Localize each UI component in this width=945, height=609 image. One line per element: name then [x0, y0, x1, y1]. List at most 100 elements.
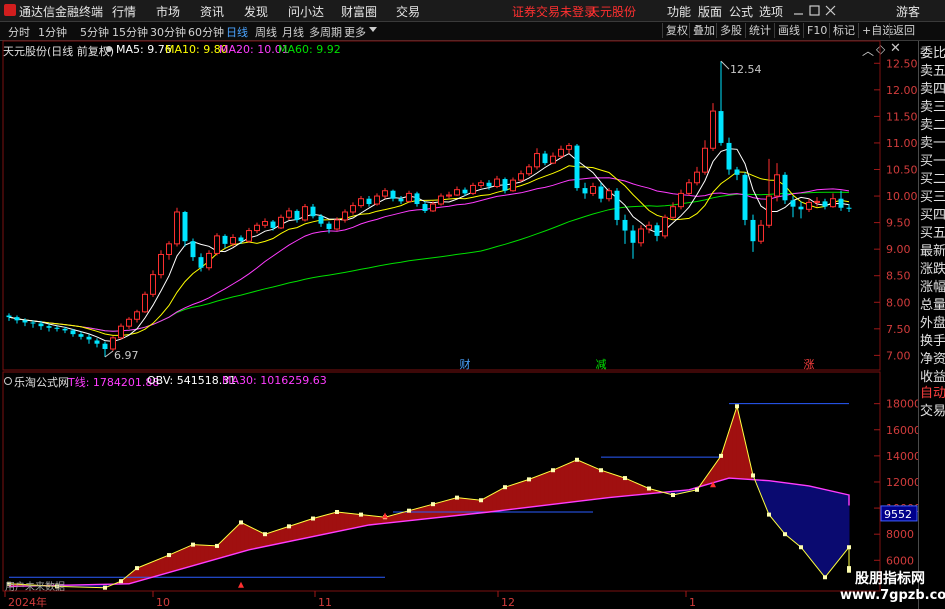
side-item-buy3[interactable]: 买三 — [920, 190, 945, 206]
obv-fill-segment — [840, 492, 846, 559]
candle-body — [782, 174, 788, 201]
side-item-sell5[interactable]: 卖五 — [920, 64, 945, 80]
t-line-point — [799, 545, 803, 550]
side-item-outer[interactable]: 外盘 — [920, 316, 945, 332]
obv-fill-segment — [588, 464, 594, 501]
candle-body — [566, 145, 572, 150]
obv-fill-segment — [148, 561, 154, 579]
sub-y-tick-label: 12000 — [886, 476, 921, 489]
ma60-line — [8, 191, 850, 332]
obv-fill-segment — [524, 478, 530, 509]
obv-fill-segment — [184, 545, 190, 569]
obv-fill-segment — [320, 514, 326, 536]
candle-body — [310, 206, 316, 217]
candle-body — [454, 189, 460, 196]
obv-fill-segment — [488, 493, 494, 513]
obv-fill-segment — [560, 464, 566, 504]
t-line-point — [847, 566, 851, 571]
obv-fill-segment — [368, 515, 374, 526]
candle-body — [102, 343, 108, 350]
obv-fill-segment — [772, 480, 778, 526]
obv-fill-segment — [440, 500, 446, 518]
t-line-point — [311, 516, 315, 521]
side-item-latest[interactable]: 最新 — [920, 244, 945, 260]
side-item-buy1[interactable]: 买一 — [920, 154, 945, 170]
candle-body — [206, 252, 212, 269]
obv-fill-segment — [736, 406, 742, 480]
candle-body — [574, 145, 580, 189]
side-item-buy4[interactable]: 买四 — [920, 208, 945, 224]
obv-fill-segment — [304, 519, 310, 539]
obv-fill-segment — [268, 531, 274, 547]
candle-body — [478, 182, 484, 186]
candle-body — [54, 327, 60, 329]
side-item-change[interactable]: 涨跌 — [920, 262, 945, 278]
candle-body — [254, 224, 260, 232]
candle-body — [278, 216, 284, 229]
obv-fill-segment — [836, 491, 842, 564]
candle-body — [646, 224, 652, 230]
side-item-sell1[interactable]: 卖一 — [920, 136, 945, 152]
t-line-point — [239, 520, 243, 525]
obv-fill-segment — [544, 471, 550, 506]
obv-fill-segment — [176, 549, 182, 571]
t-line-point — [103, 585, 107, 590]
t-line-point — [847, 545, 851, 550]
candle-body — [230, 236, 236, 245]
candle-body — [470, 184, 476, 194]
candle-body — [70, 330, 76, 335]
candle-body — [502, 179, 508, 191]
event-marker-label: 涨 — [804, 358, 815, 371]
candle-body — [142, 293, 148, 313]
candle-body — [22, 320, 28, 323]
side-item-turnover[interactable]: 换手 — [920, 334, 945, 350]
t-line-point — [647, 486, 651, 491]
candle-body — [614, 190, 620, 220]
candle-body — [110, 337, 116, 350]
side-item-buy5[interactable]: 买五 — [920, 226, 945, 242]
obv-fill-segment — [308, 518, 314, 538]
obv-fill-segment — [188, 544, 194, 568]
obv-fill-segment — [504, 485, 510, 511]
side-item-change-pct[interactable]: 涨幅 — [920, 280, 945, 296]
side-item-sell3[interactable]: 卖三 — [920, 100, 945, 116]
side-item-auto[interactable]: 自动 — [920, 386, 945, 402]
candle-body — [334, 219, 340, 230]
t-line-point — [119, 579, 123, 584]
candle-body — [326, 223, 332, 229]
quote-side-panel: 委比 卖五 卖四 卖三 卖二 卖一 买一 买二 买三 买四 买五 最新 涨跌 涨… — [918, 41, 945, 609]
t-line-point — [431, 502, 435, 507]
watermark-title: 股朋指标网 — [855, 571, 925, 587]
side-item-volume[interactable]: 总量 — [920, 298, 945, 314]
obv-fill-segment — [272, 529, 278, 546]
candle-body — [558, 148, 564, 157]
candle-body — [638, 228, 644, 244]
candle-body — [246, 230, 252, 242]
side-item-weibi[interactable]: 委比 — [920, 46, 945, 62]
candle-body — [286, 210, 292, 218]
side-item-trade[interactable]: 交易 — [920, 404, 945, 420]
obv-fill-segment — [528, 477, 534, 508]
t-line-point — [479, 498, 483, 503]
obv-fill-segment — [416, 507, 422, 521]
x-tick-label: 11 — [318, 596, 332, 609]
obv-fill-segment — [604, 471, 610, 499]
t-line — [8, 404, 850, 589]
chart-canvas[interactable]: 7.00 7.50 8.00 8.50 9.00 9.50 10.00 10.50 11.00 1… — [0, 0, 945, 609]
side-item-buy2[interactable]: 买二 — [920, 172, 945, 188]
side-item-earnings[interactable]: 收益 — [920, 370, 945, 386]
candle-body — [438, 195, 444, 205]
obv-fill-segment — [792, 483, 798, 545]
obv-fill-segment — [336, 511, 342, 533]
obv-fill-segment — [556, 466, 562, 505]
side-item-net-assets[interactable]: 净资 — [920, 352, 945, 368]
buy-arrow-icon — [238, 581, 244, 588]
obv-fill-segment — [484, 495, 490, 513]
obv-fill-segment — [612, 473, 618, 498]
obv-fill-segment — [152, 559, 158, 578]
side-item-sell2[interactable]: 卖二 — [920, 118, 945, 134]
candle-body — [6, 315, 12, 318]
candle-body — [406, 192, 412, 202]
obv-fill-segment — [348, 512, 354, 530]
side-item-sell4[interactable]: 卖四 — [920, 82, 945, 98]
